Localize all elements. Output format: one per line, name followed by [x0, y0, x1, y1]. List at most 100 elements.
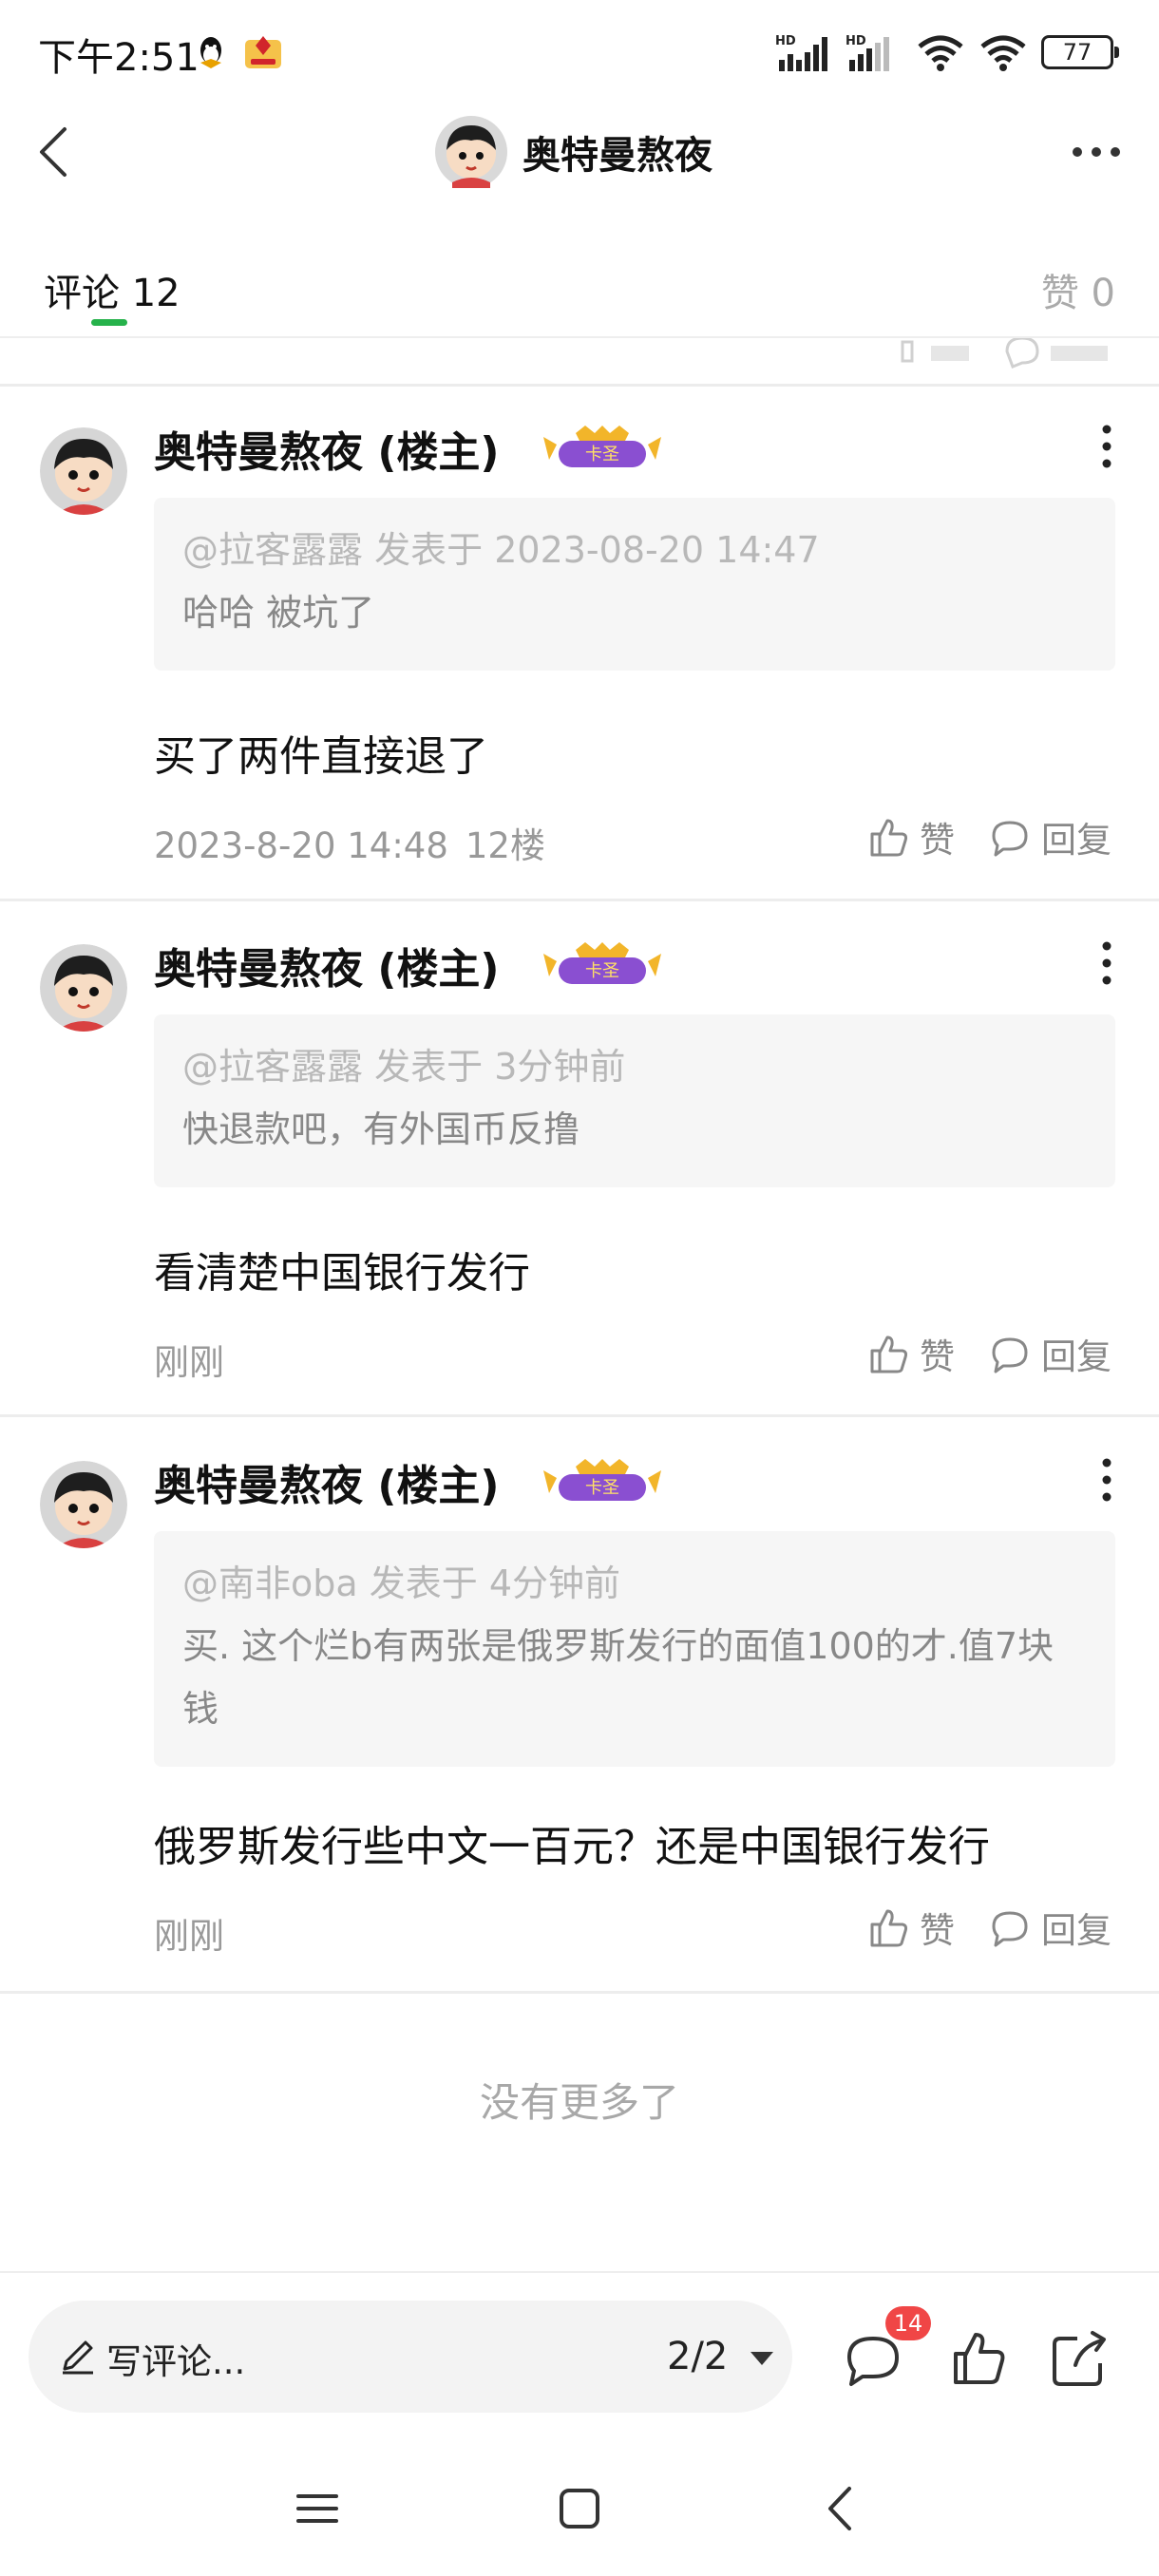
quote-time: 3分钟前 [494, 1046, 626, 1088]
comment-time: 刚刚 [154, 1916, 224, 1957]
back-nav-icon[interactable] [804, 2475, 880, 2542]
tab-bar: 评论 12 赞 0 [0, 247, 1159, 337]
battery-level: 77 [1062, 39, 1092, 66]
avatar-image [40, 1461, 127, 1548]
tab-comments-count: 12 [131, 272, 180, 315]
reply-label: 回复 [1041, 1910, 1112, 1951]
comment-meta: 刚刚 [154, 1334, 224, 1385]
quote-text: 买. 这个烂b有两张是俄罗斯发行的面值100的才.值7块钱 [182, 1625, 1054, 1730]
author-name: 奥特曼熬夜 [154, 1462, 363, 1510]
comment-text: 俄罗斯发行些中文一百元？还是中国银行发行 [154, 1823, 990, 1871]
comment-more-icon[interactable] [1083, 935, 1130, 992]
quote-time-prefix: 发表于 [369, 1563, 478, 1604]
quote-header: @拉客露露 发表于 2023-08-20 14:47 [182, 524, 1087, 576]
comment-time: 刚刚 [154, 1342, 224, 1383]
quote-time: 4分钟前 [488, 1563, 621, 1604]
like-label: 赞 [920, 1910, 955, 1951]
comment-divider [0, 1991, 1159, 1994]
badge-text: 卡圣 [585, 1478, 619, 1498]
author-role: (楼主) [377, 1462, 500, 1510]
avatar-image [40, 427, 127, 515]
like-post-icon[interactable] [946, 2325, 1013, 2392]
back-arrow-icon[interactable] [23, 118, 89, 184]
status-bar: 下午2:51 HD HD 77 [0, 0, 1159, 104]
author-name: 奥特曼熬夜 [154, 945, 363, 994]
signal-hd-2-icon: HD [846, 34, 889, 71]
like-button[interactable]: 赞 [866, 1328, 955, 1379]
tab-comments[interactable]: 评论 12 [44, 262, 180, 317]
comment-author[interactable]: 奥特曼熬夜 (楼主) [154, 935, 500, 995]
reply-label: 回复 [1041, 820, 1112, 861]
write-comment-placeholder: 写评论... [106, 2341, 246, 2382]
like-label: 赞 [920, 1336, 955, 1377]
header-avatar [435, 116, 507, 188]
header-title-group[interactable]: 奥特曼熬夜 [435, 116, 712, 188]
avatar-image [40, 944, 127, 1032]
wifi-2-icon [980, 35, 1026, 71]
comments-count-badge: 14 [885, 2306, 931, 2340]
previous-comment-peek [0, 338, 1159, 386]
status-icons: HD HD 77 [775, 28, 1119, 76]
status-time: 下午2:51 [38, 36, 200, 80]
comment-divider [0, 899, 1159, 901]
reply-bubble-icon [992, 1911, 1028, 1947]
bottom-bar-divider [0, 2271, 1159, 2273]
page-indicator[interactable]: 2/2 [667, 2335, 728, 2378]
quote-time-prefix: 发表于 [374, 529, 484, 571]
avatar[interactable] [40, 427, 127, 515]
badge-text: 卡圣 [585, 445, 619, 464]
menu-nav-icon[interactable] [279, 2475, 355, 2542]
home-nav-icon[interactable] [542, 2475, 618, 2542]
author-role: (楼主) [377, 428, 500, 477]
tab-likes[interactable]: 赞 0 [1041, 262, 1115, 317]
reply-button[interactable]: 回复 [988, 1328, 1112, 1379]
signal-hd-1-icon: HD [775, 34, 827, 71]
tab-likes-label: 赞 [1040, 272, 1079, 315]
quoted-comment[interactable]: @拉客露露 发表于 2023-08-20 14:47 哈哈 被坑了 [154, 498, 1115, 671]
qq-notification-icon [200, 37, 221, 68]
comment-text: 看清楚中国银行发行 [154, 1249, 530, 1297]
like-button[interactable]: 赞 [866, 1902, 955, 1953]
comment-item: 奥特曼熬夜 (楼主) 卡圣 @拉客露露 发表于 3分钟前 快退款吧，有外国币反撸… [0, 925, 1159, 1419]
active-tab-indicator [91, 319, 127, 326]
write-comment-input[interactable]: 写评论... 2/2 [28, 2301, 792, 2413]
quote-time-prefix: 发表于 [374, 1046, 484, 1088]
tab-comments-label: 评论 [44, 272, 120, 315]
avatar[interactable] [40, 1461, 127, 1548]
quote-header: @南非oba 发表于 4分钟前 [182, 1558, 1087, 1609]
comment-meta: 2023-8-20 14:48 12楼 [154, 817, 545, 868]
page-dropdown-icon[interactable] [750, 2352, 773, 2365]
comment-item: 奥特曼熬夜 (楼主) 卡圣 @拉客露露 发表于 2023-08-20 14:47… [0, 408, 1159, 902]
scrolled-actions-icon [901, 338, 1108, 369]
level-badge: 卡圣 [543, 942, 661, 984]
avatar[interactable] [40, 944, 127, 1032]
comment-more-icon[interactable] [1083, 1451, 1130, 1508]
quoted-comment[interactable]: @南非oba 发表于 4分钟前 买. 这个烂b有两张是俄罗斯发行的面值100的才… [154, 1531, 1115, 1767]
reply-bubble-icon [992, 821, 1028, 857]
wifi-1-icon [918, 35, 963, 71]
quote-user: @拉客露露 [182, 529, 364, 571]
pen-icon [63, 2340, 93, 2375]
tab-likes-count: 0 [1091, 272, 1115, 315]
quoted-comment[interactable]: @拉客露露 发表于 3分钟前 快退款吧，有外国币反撸 [154, 1014, 1115, 1187]
svg-text:HD: HD [775, 34, 796, 48]
comment-author[interactable]: 奥特曼熬夜 (楼主) [154, 418, 500, 479]
comment-text: 买了两件直接退了 [154, 732, 488, 781]
reply-button[interactable]: 回复 [988, 1902, 1112, 1953]
comment-time: 2023-8-20 14:48 [154, 825, 448, 866]
author-name: 奥特曼熬夜 [154, 428, 363, 477]
quote-text: 快退款吧，有外国币反撸 [182, 1108, 580, 1150]
battery-icon: 77 [1041, 35, 1119, 69]
top-navigation: 奥特曼熬夜 [0, 104, 1159, 199]
reply-button[interactable]: 回复 [988, 811, 1112, 862]
more-options-icon[interactable] [1060, 118, 1132, 184]
comment-more-icon[interactable] [1083, 418, 1130, 475]
level-badge: 卡圣 [543, 1459, 661, 1501]
quote-time: 2023-08-20 14:47 [494, 529, 820, 571]
share-icon[interactable] [1047, 2325, 1113, 2392]
like-button[interactable]: 赞 [866, 811, 955, 862]
comment-item: 奥特曼熬夜 (楼主) 卡圣 @南非oba 发表于 4分钟前 买. 这个烂b有两张… [0, 1442, 1159, 1993]
comment-author[interactable]: 奥特曼熬夜 (楼主) [154, 1451, 500, 1512]
thumbs-up-icon [870, 1335, 908, 1373]
quote-user: @拉客露露 [182, 1046, 364, 1088]
